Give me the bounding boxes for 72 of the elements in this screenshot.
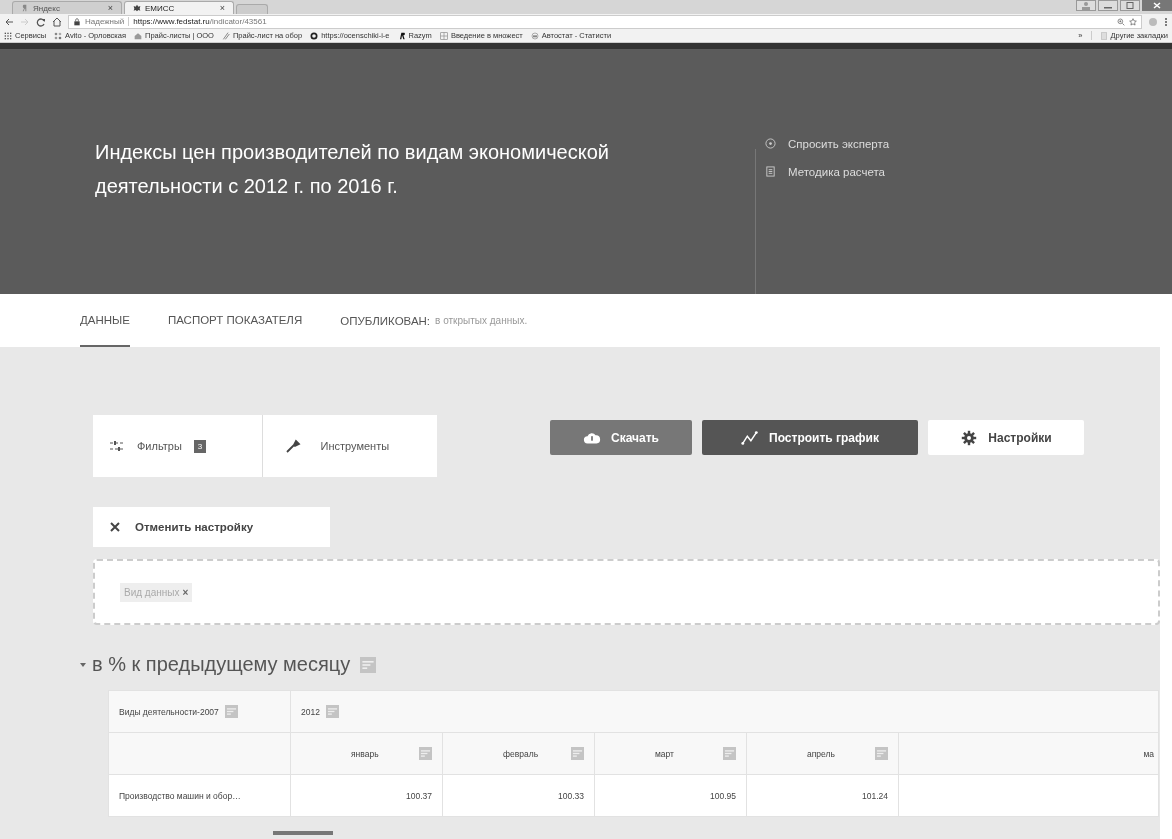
notes-icon[interactable] (875, 747, 888, 760)
address-bar[interactable]: Надежный https://www.fedstat.ru/indicator/43561 (68, 14, 1142, 29)
maximize-icon[interactable] (1120, 0, 1140, 11)
zoom-icon[interactable] (1117, 17, 1125, 26)
wrench-icon (284, 439, 301, 453)
browser-tab[interactable]: Яндекс × (12, 1, 122, 14)
table-cell: 101.24 (746, 774, 899, 817)
tools-button[interactable]: Инструменты (261, 415, 437, 477)
filter-chip[interactable]: Вид данных × (120, 582, 193, 602)
star-icon[interactable] (1129, 17, 1137, 26)
pen-icon (221, 31, 230, 40)
notes-icon[interactable] (325, 705, 339, 718)
tab-close[interactable]: × (107, 3, 113, 13)
chart-button[interactable]: Построить график (702, 420, 918, 455)
url-text: https://www.fedstat.ru/indicator/43561 (133, 17, 267, 26)
section-title: в % к предыдущему месяцу (92, 653, 351, 676)
notes-icon[interactable] (360, 656, 377, 673)
table-header: январь (290, 732, 443, 775)
nav-tab[interactable]: ДАННЫЕ (80, 294, 130, 347)
header-link[interactable]: Методика расчета (765, 165, 890, 178)
reload-icon[interactable] (36, 16, 46, 27)
user-icon[interactable] (1076, 0, 1096, 11)
notes-icon[interactable] (723, 747, 736, 760)
grid-icon (439, 31, 448, 40)
apps-icon (4, 31, 12, 40)
table-header: апрель (746, 732, 899, 775)
settings-button[interactable]: Настройки (928, 420, 1084, 455)
house-icon (134, 31, 142, 40)
published-value: в открытых данных. (435, 315, 528, 326)
filter-count: 3 (193, 439, 207, 453)
close-icon[interactable] (1142, 0, 1172, 11)
browser-tab[interactable]: ЕМИСС × (124, 1, 234, 14)
home-icon[interactable] (52, 16, 62, 27)
table-cell: Производство машин и обор… (108, 774, 291, 817)
back-icon[interactable] (4, 16, 14, 27)
table-cell: 100.37 (290, 774, 443, 817)
filters-button[interactable]: Фильтры 3 (93, 415, 262, 477)
table-header: Виды деятельности-2007 (108, 690, 291, 733)
dots-icon (54, 31, 63, 40)
download-button[interactable]: Скачать (550, 420, 692, 455)
reset-button[interactable]: Отменить настройку (93, 507, 330, 547)
chart-line-icon (741, 429, 760, 446)
folder-icon (1099, 31, 1108, 40)
notes-icon[interactable] (419, 747, 432, 760)
ring-icon (310, 31, 319, 40)
security-label: Надежный (85, 17, 125, 26)
minimize-icon[interactable] (1098, 0, 1118, 11)
extension-icon[interactable] (1148, 16, 1158, 27)
notes-icon[interactable] (224, 705, 238, 718)
tab-close[interactable]: × (219, 3, 225, 13)
menu-icon[interactable] (1164, 16, 1168, 27)
table-cell: 100.33 (442, 774, 595, 817)
table-header: ма (898, 732, 1159, 775)
document-icon (765, 166, 776, 177)
new-tab-button[interactable] (236, 4, 268, 14)
table-header: февраль (442, 732, 595, 775)
scrollbar-thumb[interactable] (273, 831, 333, 835)
close-icon (109, 521, 121, 533)
table-cell: 100.95 (594, 774, 747, 817)
settings-icon (960, 429, 979, 446)
nav-tab[interactable]: ПАСПОРТ ПОКАЗАТЕЛЯ (167, 294, 303, 347)
sliders-icon (109, 439, 125, 453)
table-header: март (594, 732, 747, 775)
page-title: Индексы цен производителей по видам экономической деятельности с 2012 г. по 2016 г. (95, 139, 610, 199)
lock-icon (73, 17, 81, 26)
forward-icon[interactable] (20, 16, 30, 27)
question-icon (765, 138, 776, 149)
table-header: 2012 (290, 690, 1159, 733)
notes-icon[interactable] (571, 747, 584, 760)
published-label: ОПУБЛИКОВАН: (340, 314, 431, 327)
caret-down-icon[interactable] (80, 661, 86, 668)
header-link[interactable]: Спросить эксперта (765, 137, 890, 150)
